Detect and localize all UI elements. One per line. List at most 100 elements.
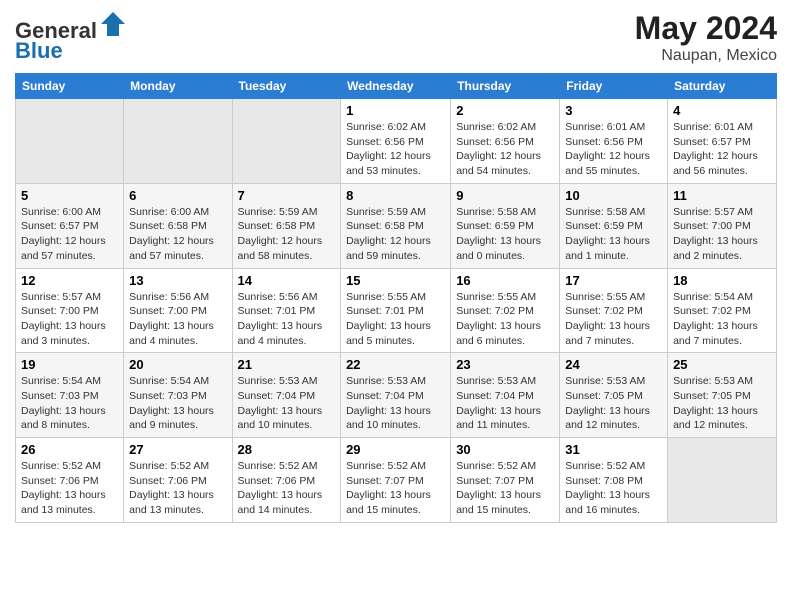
day-number: 15 <box>346 273 445 288</box>
day-number: 18 <box>673 273 771 288</box>
day-cell: 21 Sunrise: 5:53 AM Sunset: 7:04 PM Dayli… <box>232 353 341 438</box>
day-cell: 3 Sunrise: 6:01 AM Sunset: 6:56 PM Daylig… <box>560 99 668 184</box>
week-row-5: 26 Sunrise: 5:52 AM Sunset: 7:06 PM Dayli… <box>16 438 777 523</box>
day-info: Sunrise: 5:55 AM Sunset: 7:01 PM Dayligh… <box>346 290 445 349</box>
day-info: Sunrise: 5:57 AM Sunset: 7:00 PM Dayligh… <box>21 290 118 349</box>
day-cell: 14Sunrise: 5:56 AM Sunset: 7:01 PM Dayli… <box>232 268 341 353</box>
day-info: Sunrise: 5:58 AM Sunset: 6:59 PM Dayligh… <box>456 205 554 264</box>
title-block: May 2024 Naupan, Mexico <box>635 10 777 65</box>
day-info: Sunrise: 6:02 AM Sunset: 6:56 PM Dayligh… <box>456 120 554 179</box>
day-info: Sunrise: 6:02 AM Sunset: 6:56 PM Dayligh… <box>346 120 445 179</box>
logo-icon <box>99 10 127 38</box>
day-number: 9 <box>456 188 554 203</box>
day-cell: 10 Sunrise: 5:58 AM Sunset: 6:59 PM Dayli… <box>560 183 668 268</box>
day-cell: 22 Sunrise: 5:53 AM Sunset: 7:04 PM Dayli… <box>341 353 451 438</box>
day-number: 16 <box>456 273 554 288</box>
day-info: Sunrise: 5:53 AM Sunset: 7:05 PM Dayligh… <box>673 374 771 433</box>
day-info: Sunrise: 5:53 AM Sunset: 7:04 PM Dayligh… <box>238 374 336 433</box>
day-number: 20 <box>129 357 226 372</box>
day-info: Sunrise: 5:59 AM Sunset: 6:58 PM Dayligh… <box>346 205 445 264</box>
day-info: Sunrise: 5:57 AM Sunset: 7:00 PM Dayligh… <box>673 205 771 264</box>
day-info: Sunrise: 5:55 AM Sunset: 7:02 PM Dayligh… <box>565 290 662 349</box>
calendar-table: SundayMondayTuesdayWednesdayThursdayFrid… <box>15 73 777 523</box>
day-cell: 16Sunrise: 5:55 AM Sunset: 7:02 PM Dayli… <box>451 268 560 353</box>
day-info: Sunrise: 6:00 AM Sunset: 6:57 PM Dayligh… <box>21 205 118 264</box>
day-cell: 9 Sunrise: 5:58 AM Sunset: 6:59 PM Daylig… <box>451 183 560 268</box>
day-cell: 6 Sunrise: 6:00 AM Sunset: 6:58 PM Daylig… <box>124 183 232 268</box>
day-cell: 20 Sunrise: 5:54 AM Sunset: 7:03 PM Dayli… <box>124 353 232 438</box>
calendar-title: May 2024 <box>635 10 777 47</box>
day-cell: 18 Sunrise: 5:54 AM Sunset: 7:02 PM Dayli… <box>668 268 777 353</box>
day-info: Sunrise: 5:54 AM Sunset: 7:02 PM Dayligh… <box>673 290 771 349</box>
day-info: Sunrise: 5:54 AM Sunset: 7:03 PM Dayligh… <box>129 374 226 433</box>
day-number: 12 <box>21 273 118 288</box>
weekday-friday: Friday <box>560 74 668 99</box>
weekday-monday: Monday <box>124 74 232 99</box>
day-info: Sunrise: 5:52 AM Sunset: 7:07 PM Dayligh… <box>456 459 554 518</box>
week-row-1: 1 Sunrise: 6:02 AM Sunset: 6:56 PM Daylig… <box>16 99 777 184</box>
day-cell: 26 Sunrise: 5:52 AM Sunset: 7:06 PM Dayli… <box>16 438 124 523</box>
day-info: Sunrise: 5:52 AM Sunset: 7:08 PM Dayligh… <box>565 459 662 518</box>
day-info: Sunrise: 5:52 AM Sunset: 7:07 PM Dayligh… <box>346 459 445 518</box>
day-cell <box>16 99 124 184</box>
weekday-wednesday: Wednesday <box>341 74 451 99</box>
day-number: 31 <box>565 442 662 457</box>
day-info: Sunrise: 6:00 AM Sunset: 6:58 PM Dayligh… <box>129 205 226 264</box>
day-cell <box>124 99 232 184</box>
weekday-saturday: Saturday <box>668 74 777 99</box>
day-cell: 23 Sunrise: 5:53 AM Sunset: 7:04 PM Dayli… <box>451 353 560 438</box>
day-cell: 12 Sunrise: 5:57 AM Sunset: 7:00 PM Dayli… <box>16 268 124 353</box>
weekday-sunday: Sunday <box>16 74 124 99</box>
day-info: Sunrise: 5:53 AM Sunset: 7:04 PM Dayligh… <box>456 374 554 433</box>
calendar-body: 1 Sunrise: 6:02 AM Sunset: 6:56 PM Daylig… <box>16 99 777 523</box>
day-cell <box>232 99 341 184</box>
day-number: 26 <box>21 442 118 457</box>
day-cell: 1 Sunrise: 6:02 AM Sunset: 6:56 PM Daylig… <box>341 99 451 184</box>
day-info: Sunrise: 5:52 AM Sunset: 7:06 PM Dayligh… <box>238 459 336 518</box>
day-cell: 25 Sunrise: 5:53 AM Sunset: 7:05 PM Dayli… <box>668 353 777 438</box>
day-number: 6 <box>129 188 226 203</box>
day-number: 3 <box>565 103 662 118</box>
day-number: 24 <box>565 357 662 372</box>
day-cell: 30Sunrise: 5:52 AM Sunset: 7:07 PM Dayli… <box>451 438 560 523</box>
day-number: 23 <box>456 357 554 372</box>
day-info: Sunrise: 5:54 AM Sunset: 7:03 PM Dayligh… <box>21 374 118 433</box>
day-number: 13 <box>129 273 226 288</box>
day-number: 5 <box>21 188 118 203</box>
day-cell: 19 Sunrise: 5:54 AM Sunset: 7:03 PM Dayli… <box>16 353 124 438</box>
week-row-3: 12 Sunrise: 5:57 AM Sunset: 7:00 PM Dayli… <box>16 268 777 353</box>
day-number: 29 <box>346 442 445 457</box>
day-cell: 15 Sunrise: 5:55 AM Sunset: 7:01 PM Dayli… <box>341 268 451 353</box>
weekday-tuesday: Tuesday <box>232 74 341 99</box>
day-number: 1 <box>346 103 445 118</box>
day-cell: 27Sunrise: 5:52 AM Sunset: 7:06 PM Dayli… <box>124 438 232 523</box>
day-number: 21 <box>238 357 336 372</box>
day-info: Sunrise: 5:53 AM Sunset: 7:05 PM Dayligh… <box>565 374 662 433</box>
day-number: 17 <box>565 273 662 288</box>
day-info: Sunrise: 5:53 AM Sunset: 7:04 PM Dayligh… <box>346 374 445 433</box>
day-cell: 17 Sunrise: 5:55 AM Sunset: 7:02 PM Dayli… <box>560 268 668 353</box>
day-number: 10 <box>565 188 662 203</box>
weekday-thursday: Thursday <box>451 74 560 99</box>
day-info: Sunrise: 5:58 AM Sunset: 6:59 PM Dayligh… <box>565 205 662 264</box>
day-info: Sunrise: 6:01 AM Sunset: 6:56 PM Dayligh… <box>565 120 662 179</box>
day-number: 25 <box>673 357 771 372</box>
day-number: 27 <box>129 442 226 457</box>
logo: General Blue <box>15 10 127 63</box>
day-number: 11 <box>673 188 771 203</box>
day-cell: 2 Sunrise: 6:02 AM Sunset: 6:56 PM Daylig… <box>451 99 560 184</box>
weekday-header-row: SundayMondayTuesdayWednesdayThursdayFrid… <box>16 74 777 99</box>
day-number: 19 <box>21 357 118 372</box>
day-info: Sunrise: 5:56 AM Sunset: 7:01 PM Dayligh… <box>238 290 336 349</box>
day-number: 22 <box>346 357 445 372</box>
day-cell: 11 Sunrise: 5:57 AM Sunset: 7:00 PM Dayli… <box>668 183 777 268</box>
day-cell: 5 Sunrise: 6:00 AM Sunset: 6:57 PM Daylig… <box>16 183 124 268</box>
day-cell: 31 Sunrise: 5:52 AM Sunset: 7:08 PM Dayli… <box>560 438 668 523</box>
day-info: Sunrise: 5:52 AM Sunset: 7:06 PM Dayligh… <box>21 459 118 518</box>
day-info: Sunrise: 6:01 AM Sunset: 6:57 PM Dayligh… <box>673 120 771 179</box>
week-row-2: 5 Sunrise: 6:00 AM Sunset: 6:57 PM Daylig… <box>16 183 777 268</box>
day-number: 8 <box>346 188 445 203</box>
day-number: 2 <box>456 103 554 118</box>
day-number: 28 <box>238 442 336 457</box>
day-cell: 29 Sunrise: 5:52 AM Sunset: 7:07 PM Dayli… <box>341 438 451 523</box>
